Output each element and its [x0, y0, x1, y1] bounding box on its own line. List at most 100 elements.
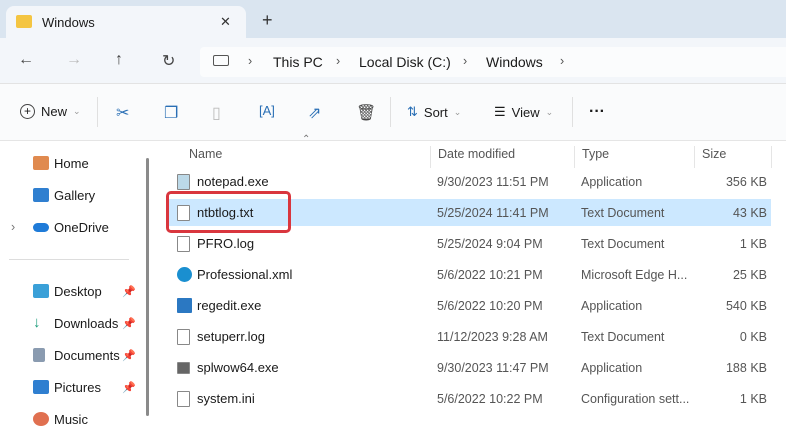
- chevron-right-icon: ›: [560, 54, 565, 68]
- divider: [771, 146, 772, 168]
- file-row[interactable]: system.ini 5/6/2022 10:22 PM Configurati…: [166, 385, 771, 412]
- sort-button[interactable]: ⇅ Sort ⌄: [407, 104, 461, 120]
- file-row[interactable]: splwow64.exe 9/30/2023 11:47 PM Applicat…: [166, 354, 771, 381]
- gallery-icon: [33, 188, 49, 202]
- sort-ascending-icon: ⌃: [302, 134, 311, 145]
- sidebar-item-onedrive[interactable]: › OneDrive: [0, 213, 145, 241]
- back-button[interactable]: ←: [18, 51, 34, 69]
- breadcrumb-windows[interactable]: Windows: [486, 54, 543, 70]
- divider: [97, 97, 98, 127]
- chevron-down-icon: ⌄: [453, 106, 462, 117]
- file-row[interactable]: regedit.exe 5/6/2022 10:20 PM Applicatio…: [166, 292, 771, 319]
- file-date: 5/6/2022 10:21 PM: [437, 267, 543, 282]
- downloads-icon: ↓: [33, 314, 41, 331]
- edge-icon: [177, 267, 192, 282]
- sidebar-item-pictures[interactable]: Pictures 📌: [0, 373, 145, 401]
- share-icon[interactable]: ⇗: [308, 103, 321, 123]
- column-header-name[interactable]: Name: [182, 146, 430, 168]
- more-options-button[interactable]: ···: [589, 103, 605, 121]
- file-name: splwow64.exe: [197, 360, 279, 375]
- sidebar-item-label: Desktop: [54, 283, 102, 299]
- file-row[interactable]: setuperr.log 11/12/2023 9:28 AM Text Doc…: [166, 323, 771, 350]
- documents-icon: [33, 348, 45, 362]
- file-size: 188 KB: [725, 360, 767, 375]
- column-header-type[interactable]: Type: [574, 146, 694, 168]
- file-name: system.ini: [197, 391, 255, 406]
- chevron-down-icon: ⌄: [73, 106, 81, 116]
- breadcrumb-local-disk[interactable]: Local Disk (C:): [359, 54, 451, 70]
- up-button[interactable]: ↑: [115, 51, 123, 69]
- delete-icon[interactable]: 🗑: [356, 103, 376, 123]
- sidebar-scrollbar[interactable]: [146, 158, 149, 416]
- file-date: 9/30/2023 11:47 PM: [437, 360, 549, 375]
- paste-icon[interactable]: ▯: [212, 103, 221, 123]
- file-name: setuperr.log: [197, 329, 265, 344]
- folder-icon: [16, 15, 32, 28]
- column-label: Type: [582, 147, 610, 161]
- pin-icon[interactable]: 📌: [122, 381, 136, 394]
- file-name: PFRO.log: [197, 236, 255, 251]
- column-label: Name: [189, 147, 223, 161]
- sort-icon: ⇅: [407, 104, 418, 119]
- file-size: 356 KB: [725, 174, 767, 189]
- desktop-icon: [33, 284, 49, 298]
- sidebar-item-home[interactable]: Home: [0, 149, 145, 177]
- file-name: Professional.xml: [197, 267, 293, 282]
- sidebar-item-gallery[interactable]: Gallery: [0, 181, 145, 209]
- breadcrumb-this-pc[interactable]: This PC: [273, 54, 323, 70]
- file-row[interactable]: PFRO.log 5/25/2024 9:04 PM Text Document…: [166, 230, 771, 257]
- home-icon: [33, 156, 49, 170]
- divider: [390, 97, 391, 127]
- computer-icon: [213, 55, 229, 66]
- forward-button[interactable]: →: [66, 51, 82, 69]
- view-icon: ☰: [494, 104, 506, 119]
- pin-icon[interactable]: 📌: [122, 285, 136, 298]
- new-tab-button[interactable]: +: [262, 10, 273, 31]
- divider: [572, 97, 573, 127]
- file-size: 0 KB: [739, 329, 767, 344]
- refresh-button[interactable]: ↻: [162, 51, 175, 71]
- file-size: 1 KB: [739, 391, 767, 406]
- file-date: 5/25/2024 11:41 PM: [437, 205, 549, 220]
- plus-circle-icon: +: [20, 104, 35, 119]
- sidebar-item-documents[interactable]: Documents 📌: [0, 341, 145, 369]
- text-file-icon: [177, 328, 190, 345]
- notepad-icon: [177, 173, 190, 190]
- file-date: 5/25/2024 9:04 PM: [437, 236, 543, 251]
- file-type: Application: [581, 298, 643, 313]
- text-file-icon: [177, 235, 190, 252]
- file-size: 43 KB: [732, 205, 767, 220]
- pin-icon[interactable]: 📌: [122, 349, 136, 362]
- printer-icon: [177, 361, 190, 374]
- pictures-icon: [33, 380, 49, 394]
- highlight-annotation: [166, 191, 291, 233]
- file-row[interactable]: Professional.xml 5/6/2022 10:21 PM Micro…: [166, 261, 771, 288]
- sidebar-item-desktop[interactable]: Desktop 📌: [0, 277, 145, 305]
- file-size: 25 KB: [732, 267, 767, 282]
- file-type: Text Document: [581, 205, 665, 220]
- column-header-date[interactable]: Date modified: [430, 146, 574, 168]
- file-name: notepad.exe: [197, 174, 269, 189]
- address-bar[interactable]: › This PC › Local Disk (C:) › Windows ›: [200, 47, 786, 77]
- sidebar-item-label: Gallery: [54, 187, 96, 203]
- column-label: Size: [702, 147, 727, 161]
- chevron-right-icon[interactable]: ›: [11, 220, 15, 234]
- column-label: Date modified: [438, 147, 516, 161]
- cut-icon[interactable]: ✂: [116, 103, 129, 123]
- sidebar-item-music[interactable]: Music: [0, 405, 145, 433]
- divider: [9, 259, 129, 260]
- pin-icon[interactable]: 📌: [122, 317, 136, 330]
- sort-label: Sort: [423, 104, 448, 120]
- rename-icon[interactable]: [A]: [259, 103, 275, 118]
- copy-icon[interactable]: ❐: [164, 103, 178, 123]
- view-button[interactable]: ☰ View ⌄: [494, 104, 553, 120]
- column-header-size[interactable]: Size: [694, 146, 771, 168]
- sidebar-item-downloads[interactable]: ↓ Downloads 📌: [0, 309, 145, 337]
- onedrive-icon: [33, 222, 49, 232]
- new-label: New: [41, 104, 68, 119]
- close-tab-icon[interactable]: ✕: [220, 14, 231, 30]
- view-label: View: [511, 104, 540, 120]
- chevron-right-icon: ›: [463, 54, 468, 68]
- tab-windows[interactable]: Windows ✕: [6, 6, 246, 42]
- new-button[interactable]: + New ⌄: [20, 104, 81, 119]
